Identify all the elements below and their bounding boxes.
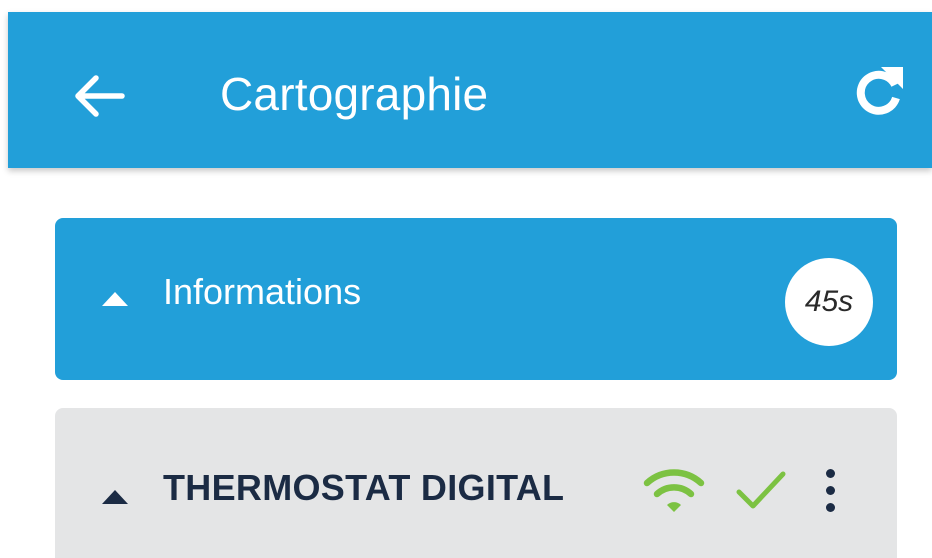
info-panel-title: Informations [163,271,362,312]
page-title: Cartographie [220,68,489,120]
info-panel[interactable]: Informations 45s [55,218,897,380]
device-panel-title: THERMOSTAT DIGITAL [163,467,565,508]
device-status-icons [643,460,845,520]
wifi-icon [643,469,705,512]
screen: Cartographie Informations 45s THERMOSTAT… [0,0,932,558]
more-vertical-icon [825,468,835,478]
caret-up-icon [102,292,128,306]
app-bar: Cartographie [8,12,932,168]
device-panel[interactable]: THERMOSTAT DIGITAL [55,408,897,558]
more-vertical-icon-dot [825,485,835,495]
refresh-icon [856,67,903,115]
timer-badge: 45s [785,258,873,346]
check-icon [736,471,786,509]
caret-up-icon [102,490,128,504]
back-button[interactable] [64,60,136,132]
refresh-button[interactable] [844,56,914,126]
arrow-left-icon [75,75,125,117]
more-vertical-icon-dot [825,502,835,512]
more-options-button[interactable] [815,460,845,520]
